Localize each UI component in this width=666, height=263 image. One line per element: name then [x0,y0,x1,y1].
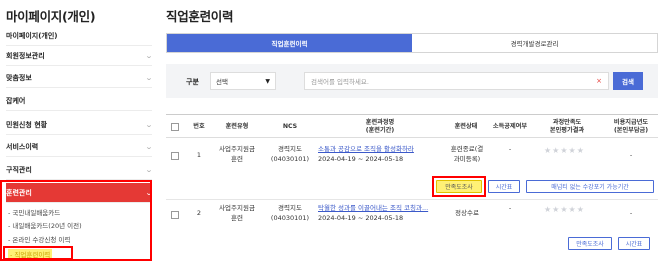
row-income-deduction: - [508,204,512,212]
tab-training-history[interactable]: 직업훈련이력 [167,34,412,52]
course-period: 2024-04-19 ~ 2024-05-18 [318,155,404,164]
header-no: 번호 [193,122,205,130]
chevron-down-icon: ⌄ [144,51,154,60]
course-link[interactable]: 소통과 공감으로 조직을 활성화하라 [318,144,444,154]
chevron-down-icon: ▼ [265,77,270,85]
sidebar-item-label: 맞춤정보 [6,73,32,82]
satisfaction-stars[interactable]: ★★★★★ [544,146,585,155]
sidebar-item-civil-status[interactable]: 민원신청 현황 ⌄ [6,115,154,135]
table-header: 번호 훈련유형 NCS 훈련과정명 (훈련기간) 훈련상태 소득공제여부 과정만… [166,114,658,138]
row-course: 소통과 공감으로 조직을 활성화하라 2024-04-19 ~ 2024-05-… [318,144,444,165]
header-status: 훈련상태 [454,122,478,130]
sidebar-item-label: 잡케어 [6,96,26,105]
row-course: 탁월한 성과를 이끌어내는 조직 코칭과... 2024-04-19 ~ 202… [318,203,444,224]
chevron-down-icon: ⌄ [144,73,154,82]
row-type: 사업주지원금 훈련 [219,145,255,164]
row-cost: - [629,209,633,217]
timetable-button[interactable]: 시간표 [488,180,520,193]
course-period: 2024-04-19 ~ 2024-05-18 [318,214,404,223]
sidebar-item-label: 서비스이력 [6,142,39,151]
sidebar-item-label: 구직관리 [6,165,32,174]
search-placeholder: 검색어를 입력하세요. [311,78,369,86]
search-input[interactable]: 검색어를 입력하세요. × [304,72,609,90]
header-income-deduction: 소득공제여부 [492,122,528,130]
header-ncs: NCS [282,122,298,130]
row-checkbox[interactable] [171,152,179,160]
category-select[interactable]: 선택 ▼ [210,72,276,90]
header-course: 훈련과정명 (훈련기간) [365,118,395,134]
sidebar-item-member-info[interactable]: 회원정보관리 ⌄ [6,46,154,66]
header-cost: 비용지급년도 (본인부담금) [613,118,649,134]
sidebar-item-label: 회원정보관리 [6,51,45,60]
annotation-box [432,176,486,197]
tab-bar: 직업훈련이력 경력개발경로관리 [166,33,658,53]
row-status: 정상수료 [455,209,479,217]
sidebar-item-label: 마이페이지(개인) [6,31,58,40]
row-no: 1 [196,151,202,159]
search-category-label: 구분 [186,78,199,86]
sidebar: 마이페이지(개인) 마이페이지(개인) 회원정보관리 ⌄ 맞춤정보 ⌄ 잡케어 … [0,0,158,263]
sidebar-item-jobcare[interactable]: 잡케어 [6,91,152,111]
row-type: 사업주지원금 훈련 [219,204,255,223]
row-ncs: 경력지도 (04030101) [270,204,310,223]
sidebar-item-job-search[interactable]: 구직관리 ⌄ [6,160,154,180]
satisfaction-stars[interactable]: ★★★★★ [544,205,585,214]
chevron-down-icon: ⌄ [144,120,154,129]
page-title: 직업훈련이력 [166,9,234,24]
satisfaction-survey-button[interactable]: 만족도조사 [568,237,612,250]
select-value: 선택 [216,78,228,86]
chevron-down-icon: ⌄ [144,142,154,151]
select-all-checkbox[interactable] [171,123,179,131]
header-satisfaction: 과정만족도 본인평가결과 [549,118,585,134]
sidebar-title: 마이페이지(개인) [6,9,96,24]
search-panel: 구분 선택 ▼ 검색어를 입력하세요. × 검색 [166,64,658,98]
search-button[interactable]: 검색 [613,72,643,90]
sidebar-item-custom-info[interactable]: 맞춤정보 ⌄ [6,68,154,88]
sidebar-item-label: 민원신청 현황 [6,120,48,129]
sidebar-item-service-history[interactable]: 서비스이력 ⌄ [6,137,154,157]
sidebar-item-mypage[interactable]: 마이페이지(개인) [6,26,152,46]
row-no: 2 [196,209,202,217]
tab-career-path[interactable]: 경력개발경로관리 [412,34,657,52]
row-checkbox[interactable] [171,211,179,219]
timetable-button[interactable]: 시간표 [618,237,650,250]
clear-icon[interactable]: × [596,77,602,85]
annotation-box [3,246,73,260]
row-income-deduction: - [508,145,512,153]
chevron-down-icon: ⌄ [144,165,154,174]
row-ncs: 경력지도 (04030101) [270,145,310,164]
course-link[interactable]: 탁월한 성과를 이끌어내는 조직 코칭과... [318,203,444,213]
main-content: 직업훈련이력 직업훈련이력 경력개발경로관리 구분 선택 ▼ 검색어를 입력하세… [166,0,666,263]
row-cost: - [629,151,633,159]
row-status: 훈련종료(결 과미등록) [450,145,484,164]
row-divider [166,199,658,200]
header-type: 훈련유형 [225,122,249,130]
withdrawal-period-button[interactable]: 매넘티 없는 수강포기 가능기간 [526,180,654,193]
